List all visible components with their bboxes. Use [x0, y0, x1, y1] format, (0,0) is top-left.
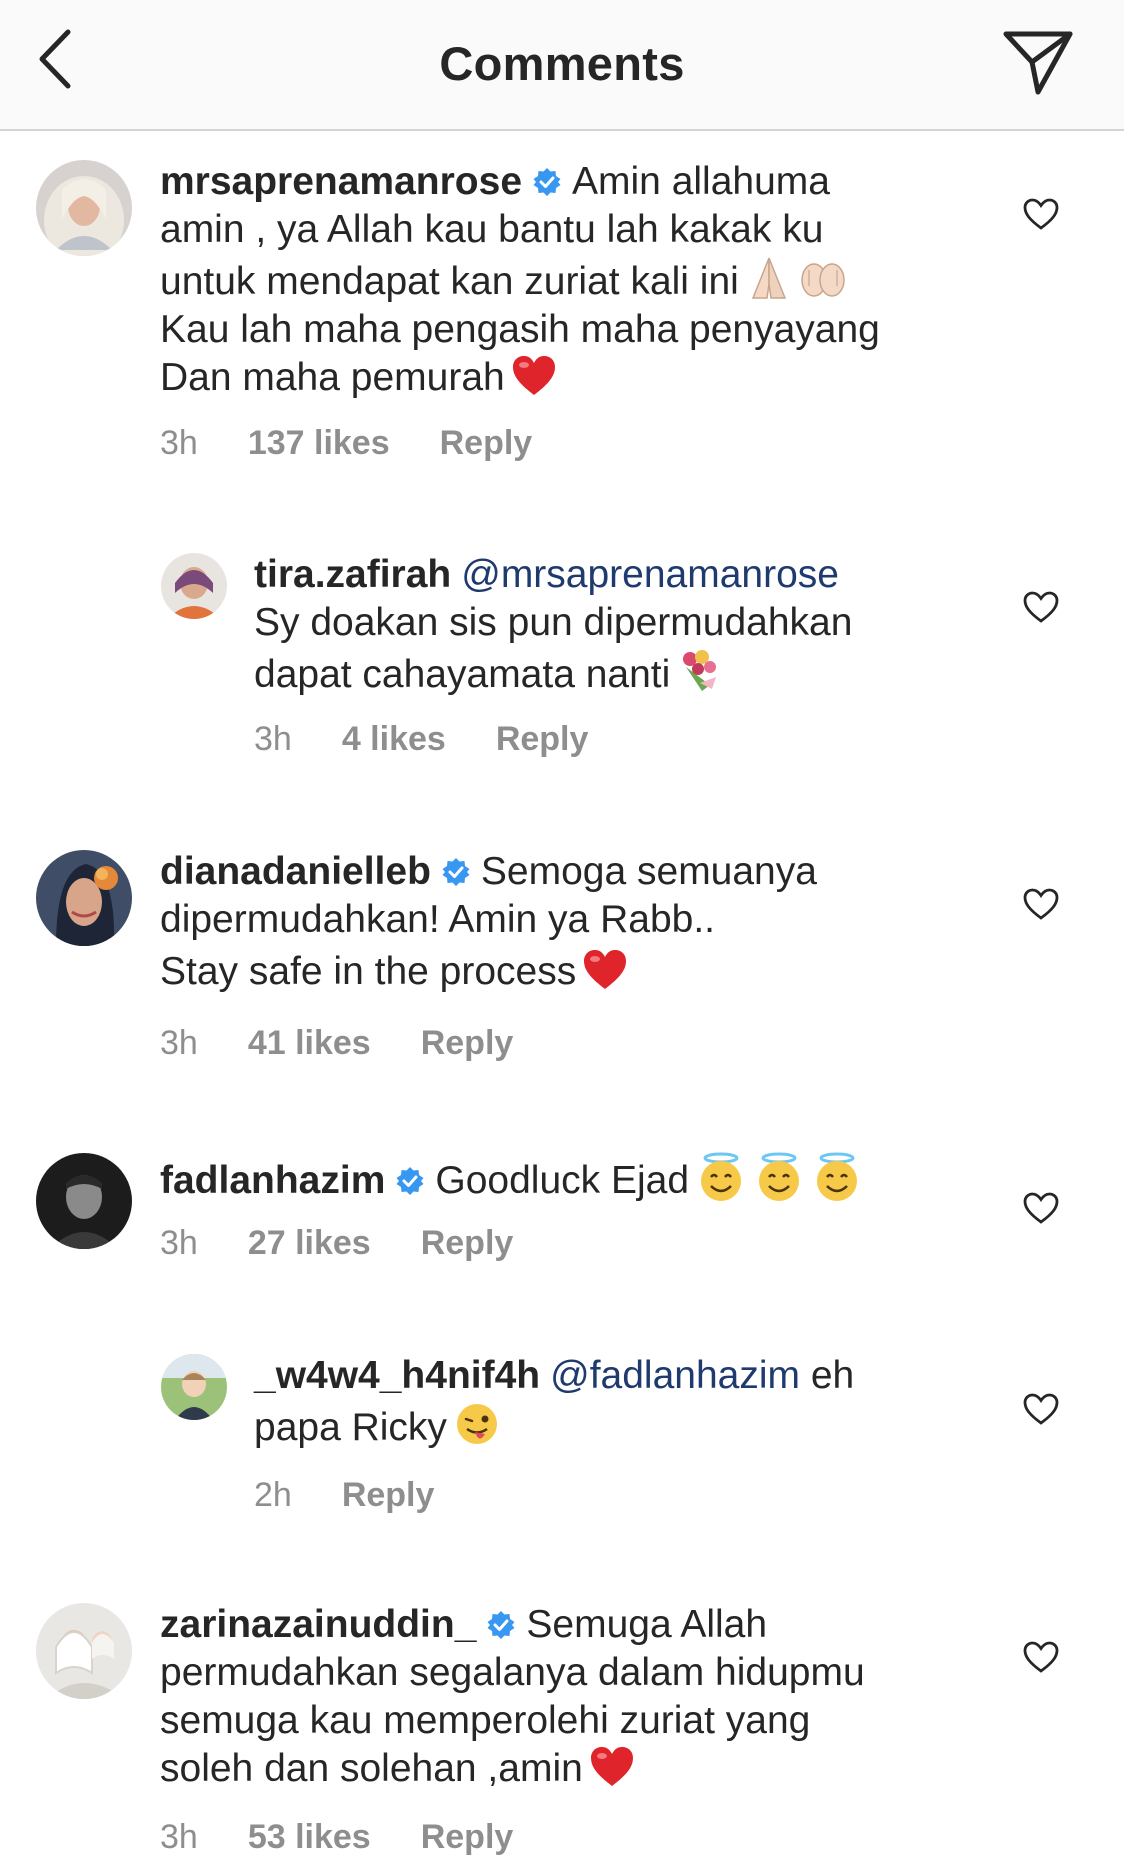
smiling-face-with-halo-emoji-icon — [811, 1151, 863, 1203]
comment-username[interactable]: tira.zafirah — [254, 553, 451, 596]
verified-badge-icon — [441, 857, 471, 887]
reply-button[interactable]: Reply — [421, 1224, 514, 1263]
heart-outline-icon — [1023, 1393, 1059, 1425]
avatar[interactable] — [161, 553, 227, 619]
heart-outline-icon — [1023, 1192, 1059, 1224]
like-button[interactable] — [1022, 197, 1060, 231]
avatar[interactable] — [36, 1603, 132, 1699]
comment-likes[interactable]: 41 likes — [248, 1024, 371, 1063]
comment-text: Goodluck Ejad — [435, 1159, 690, 1202]
avatar[interactable] — [36, 1153, 132, 1249]
smiling-face-with-halo-emoji-icon — [753, 1151, 805, 1203]
comment-time: 3h — [160, 1818, 198, 1856]
verified-badge-icon — [532, 167, 562, 197]
heart-outline-icon — [1023, 198, 1059, 230]
comment-username[interactable]: _w4w4_h4nif4h — [254, 1354, 540, 1397]
comment-username[interactable]: mrsaprenamanrose — [160, 160, 522, 203]
red-heart-emoji-icon — [511, 354, 557, 398]
red-heart-emoji-icon — [589, 1745, 635, 1789]
comment-time: 3h — [254, 720, 292, 758]
bouquet-emoji-icon — [676, 647, 724, 695]
heart-outline-icon — [1023, 591, 1059, 623]
comment-likes[interactable]: 53 likes — [248, 1818, 371, 1857]
comment-text: Dan maha pemurah — [160, 356, 505, 399]
comment-text: semuga kau memperolehi zuriat yang — [160, 1699, 811, 1742]
comment-time: 3h — [160, 424, 198, 462]
verified-badge-icon — [486, 1610, 516, 1640]
comment-likes[interactable]: 27 likes — [248, 1224, 371, 1263]
comment-time: 3h — [160, 1224, 198, 1262]
comment-text: eh — [810, 1354, 855, 1397]
comment-text: Amin allahuma — [572, 160, 830, 203]
like-button[interactable] — [1022, 1640, 1060, 1674]
mention-link[interactable]: @fadlanhazim — [550, 1354, 800, 1397]
like-button[interactable] — [1022, 590, 1060, 624]
reply-button[interactable]: Reply — [421, 1818, 514, 1857]
comment-text: dapat cahayamata nanti — [254, 653, 671, 696]
comment-username[interactable]: dianadanielleb — [160, 850, 431, 893]
reply-button[interactable]: Reply — [342, 1476, 435, 1515]
comment-time: 2h — [254, 1476, 292, 1514]
avatar[interactable] — [36, 850, 132, 946]
header-bar: Comments — [0, 0, 1124, 131]
mention-link[interactable]: @mrsaprenamanrose — [461, 553, 839, 596]
verified-badge-icon — [395, 1166, 425, 1196]
comment-text: untuk mendapat kan zuriat kali ini — [160, 260, 739, 303]
comment-username[interactable]: zarinazainuddin_ — [160, 1603, 476, 1646]
heart-outline-icon — [1023, 1641, 1059, 1673]
page-title: Comments — [439, 37, 685, 90]
comment-likes[interactable]: 4 likes — [342, 720, 446, 759]
comment-likes[interactable]: 137 likes — [248, 424, 390, 463]
reply-button[interactable]: Reply — [421, 1024, 514, 1063]
reply-button[interactable]: Reply — [440, 424, 533, 463]
paper-plane-icon — [1003, 31, 1073, 95]
comment-text: Sy doakan sis pun dipermudahkan — [254, 601, 853, 644]
comment-text: Stay safe in the process — [160, 950, 577, 993]
winking-face-with-tongue-emoji-icon — [453, 1400, 501, 1448]
like-button[interactable] — [1022, 1191, 1060, 1225]
comment-text: permudahkan segalanya dalam hidupmu — [160, 1651, 865, 1694]
avatar[interactable] — [36, 160, 132, 256]
comment-text: Semuga Allah — [526, 1603, 768, 1646]
comment-time: 3h — [160, 1024, 198, 1062]
open-hands-emoji-icon — [799, 254, 847, 302]
comment-text: Semoga semuanya — [480, 850, 817, 893]
heart-outline-icon — [1023, 888, 1059, 920]
red-heart-emoji-icon — [582, 948, 628, 992]
avatar[interactable] — [161, 1354, 227, 1420]
praying-hands-emoji-icon — [745, 254, 793, 302]
like-button[interactable] — [1022, 1392, 1060, 1426]
comment-text: Kau lah maha pengasih maha penyayang — [160, 308, 880, 351]
comment-text: amin , ya Allah kau bantu lah kakak ku — [160, 208, 824, 251]
smiling-face-with-halo-emoji-icon — [695, 1151, 747, 1203]
comment-username[interactable]: fadlanhazim — [160, 1159, 385, 1202]
comment-text: dipermudahkan! Amin ya Rabb.. — [160, 898, 715, 941]
comment-text: papa Ricky — [254, 1406, 447, 1449]
comment-text: soleh dan solehan ,amin — [160, 1747, 583, 1790]
reply-button[interactable]: Reply — [496, 720, 589, 759]
like-button[interactable] — [1022, 887, 1060, 921]
share-button[interactable] — [998, 28, 1078, 98]
